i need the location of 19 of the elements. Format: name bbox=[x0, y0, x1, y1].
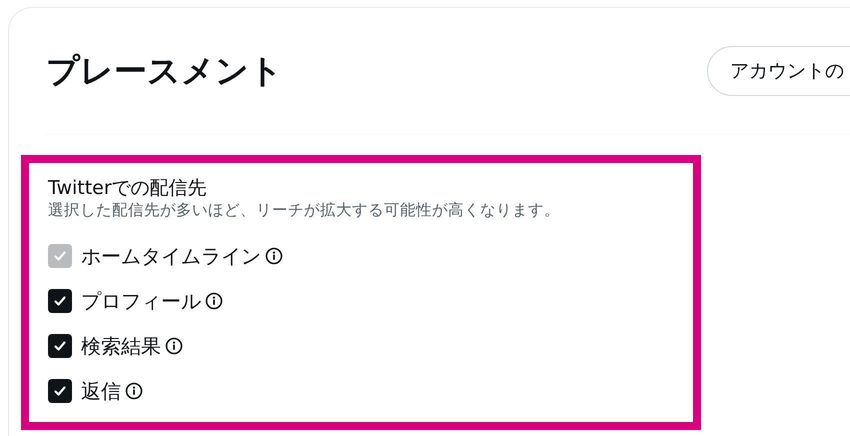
checkbox[interactable] bbox=[48, 334, 72, 358]
info-icon[interactable] bbox=[165, 337, 183, 356]
option-label: 返信 bbox=[81, 378, 121, 406]
info-icon[interactable] bbox=[205, 292, 223, 310]
option-label: プロフィール bbox=[81, 288, 201, 316]
option-label: ホームタイムライン bbox=[81, 243, 261, 270]
check-icon bbox=[53, 339, 67, 354]
section-heading: Twitterでの配信先 bbox=[48, 177, 208, 200]
info-icon[interactable] bbox=[265, 247, 283, 266]
option-label: 検索結果 bbox=[81, 333, 161, 360]
check-icon bbox=[53, 249, 67, 264]
checkbox[interactable] bbox=[48, 289, 72, 314]
section-description: 選択した配信先が多いほど、リーチが拡大する可能性が高くなります。 bbox=[48, 200, 561, 220]
page-title: プレースメント bbox=[46, 51, 283, 91]
checkbox[interactable] bbox=[48, 379, 72, 404]
account-button[interactable]: アカウントの bbox=[707, 46, 850, 96]
check-icon bbox=[53, 384, 67, 398]
check-icon bbox=[53, 294, 67, 308]
info-icon[interactable] bbox=[125, 382, 143, 400]
